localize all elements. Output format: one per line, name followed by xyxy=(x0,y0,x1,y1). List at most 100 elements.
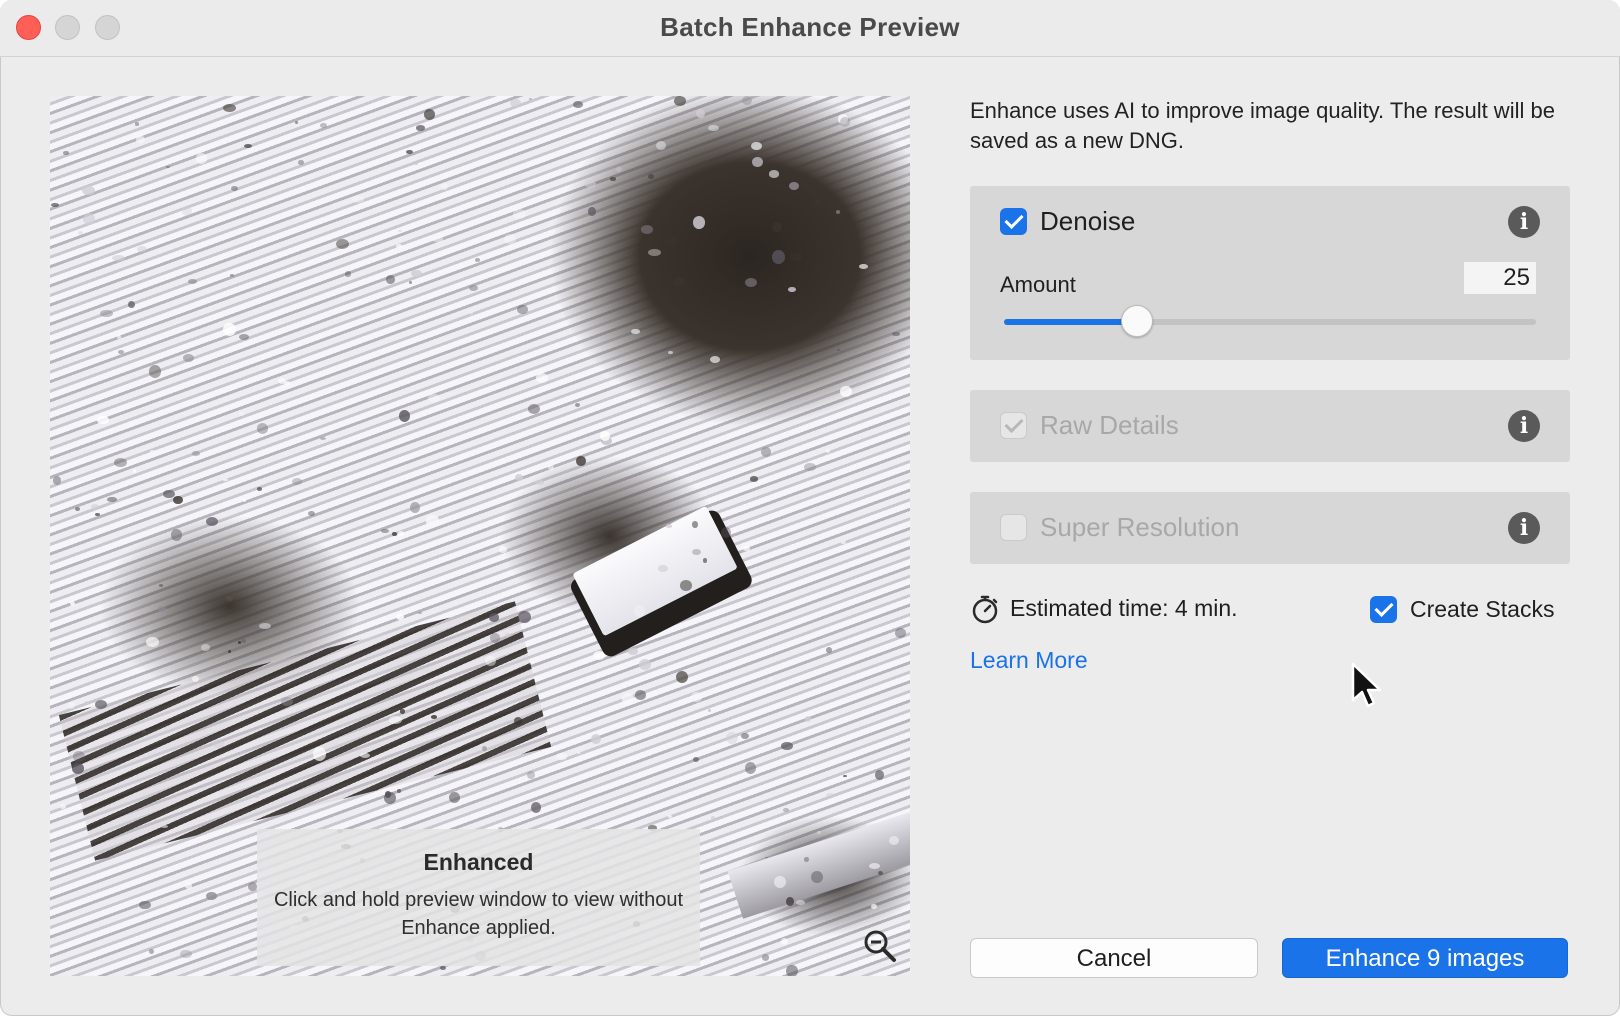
snow-speck xyxy=(804,463,816,471)
snow-speck xyxy=(240,638,247,644)
snow-speck xyxy=(226,595,234,602)
snow-speck xyxy=(760,447,771,458)
snow-speck xyxy=(191,450,200,457)
snow-speck xyxy=(788,287,796,292)
snow-speck xyxy=(231,185,239,192)
snow-speck xyxy=(741,96,752,106)
snow-speck xyxy=(441,183,449,191)
snow-speck xyxy=(648,249,661,257)
snow-speck xyxy=(783,807,789,812)
snow-speck xyxy=(114,457,128,467)
snow-speck xyxy=(878,871,884,876)
snow-speck xyxy=(297,160,305,165)
snow-speck xyxy=(795,899,806,906)
snow-speck xyxy=(182,353,195,362)
snow-speck xyxy=(228,650,232,654)
snow-speck xyxy=(841,541,846,544)
denoise-section: Denoise i Amount 25 xyxy=(970,186,1570,360)
snow-speck xyxy=(769,676,773,681)
snow-speck xyxy=(344,271,352,277)
snow-speck xyxy=(398,409,411,423)
snow-speck xyxy=(547,464,554,470)
snow-speck xyxy=(95,512,100,516)
snow-speck xyxy=(468,285,479,292)
snow-speck xyxy=(610,177,616,181)
snow-speck xyxy=(674,96,687,106)
raw-details-section: Raw Details i xyxy=(970,390,1570,462)
enhance-description: Enhance uses AI to improve image quality… xyxy=(970,98,1555,153)
denoise-info-icon[interactable]: i xyxy=(1508,206,1540,238)
snow-speck xyxy=(599,430,610,441)
snow-speck xyxy=(411,269,422,277)
snow-speck xyxy=(408,280,413,285)
snow-speck xyxy=(587,207,596,216)
snow-speck xyxy=(146,636,160,648)
snow-speck xyxy=(294,120,299,125)
amount-value-field[interactable]: 25 xyxy=(1464,262,1536,294)
snow-speck xyxy=(518,610,531,623)
denoise-checkbox[interactable] xyxy=(1000,208,1027,235)
snow-speck xyxy=(237,641,241,644)
snow-speck xyxy=(135,135,145,144)
snow-speck xyxy=(205,516,218,526)
snow-speck xyxy=(892,332,900,337)
learn-more-link[interactable]: Learn More xyxy=(970,647,1088,674)
snow-speck xyxy=(696,108,706,118)
amount-slider-fill xyxy=(1004,319,1137,325)
snow-speck xyxy=(170,528,183,541)
snow-speck xyxy=(243,144,252,149)
snow-speck xyxy=(157,606,167,612)
snow-speck xyxy=(871,904,877,910)
snow-speck xyxy=(239,412,244,416)
snow-speck xyxy=(835,210,840,215)
snow-speck xyxy=(693,756,700,762)
snow-speck xyxy=(677,970,681,975)
snow-speck xyxy=(253,794,259,798)
snow-speck xyxy=(535,372,549,384)
zoom-out-magnifier-icon[interactable] xyxy=(862,928,898,964)
snow-speck xyxy=(634,690,647,701)
snow-speck xyxy=(710,816,715,820)
create-stacks-checkbox[interactable] xyxy=(1370,596,1397,623)
snow-speck xyxy=(85,700,89,705)
snow-speck xyxy=(320,123,327,129)
super-resolution-info-icon[interactable]: i xyxy=(1508,512,1540,544)
snow-speck xyxy=(313,747,326,761)
overlay-title: Enhanced xyxy=(423,849,534,875)
snow-speck xyxy=(430,714,437,719)
raw-details-checkbox[interactable] xyxy=(1000,412,1027,439)
snow-speck xyxy=(725,732,738,745)
mouse-cursor-icon xyxy=(1351,662,1382,708)
snow-speck xyxy=(514,473,523,481)
cancel-button[interactable]: Cancel xyxy=(970,938,1258,978)
snow-speck xyxy=(768,170,780,178)
snow-speck xyxy=(128,300,136,309)
snow-speck xyxy=(75,507,81,512)
create-stacks-label: Create Stacks xyxy=(1410,596,1555,622)
snow-speck xyxy=(858,264,868,270)
snow-speck xyxy=(229,273,235,277)
snow-speck xyxy=(485,656,496,666)
snow-speck xyxy=(825,647,833,654)
snow-speck xyxy=(840,386,852,397)
snow-speck xyxy=(247,882,257,892)
snow-speck xyxy=(772,221,782,232)
raw-details-label: Raw Details xyxy=(1040,410,1179,440)
super-resolution-checkbox[interactable] xyxy=(1000,514,1027,541)
snow-speck xyxy=(336,239,350,250)
snow-speck xyxy=(283,586,288,590)
snow-speck xyxy=(415,125,425,131)
snow-speck xyxy=(615,166,622,172)
enhance-images-button[interactable]: Enhance 9 images xyxy=(1282,938,1568,978)
snow-speck xyxy=(509,98,522,107)
snow-speck xyxy=(530,802,542,814)
snow-speck xyxy=(593,651,605,661)
snow-speck xyxy=(63,151,69,155)
raw-details-info-icon[interactable]: i xyxy=(1508,410,1540,442)
snow-speck xyxy=(709,356,720,363)
enhance-preview-image[interactable]: Enhanced Click and hold preview window t… xyxy=(50,96,910,976)
amount-slider-thumb[interactable] xyxy=(1121,305,1153,337)
snow-speck xyxy=(77,230,83,235)
overlay-text: Click and hold preview window to view wi… xyxy=(273,889,684,939)
amount-slider[interactable] xyxy=(1004,305,1536,337)
